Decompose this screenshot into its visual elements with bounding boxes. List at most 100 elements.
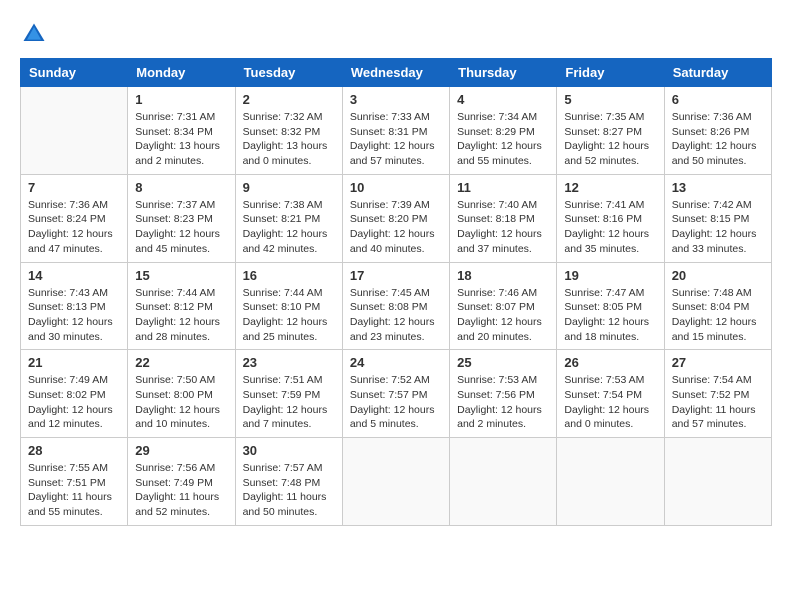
calendar-cell: 1Sunrise: 7:31 AMSunset: 8:34 PMDaylight… (128, 87, 235, 175)
day-number: 2 (243, 92, 335, 107)
calendar-cell: 20 Sunrise: 7:48 AMSunset: 8:04 PMDayligh… (664, 262, 771, 350)
calendar-cell: 6Sunrise: 7:36 AMSunset: 8:26 PMDaylight… (664, 87, 771, 175)
day-number: 10 (350, 180, 442, 195)
calendar-cell: 22 Sunrise: 7:50 AMSunset: 8:00 PMDayligh… (128, 350, 235, 438)
calendar-week-4: 21 Sunrise: 7:49 AMSunset: 8:02 PMDayligh… (21, 350, 772, 438)
day-info: Sunrise: 7:45 AMSunset: 8:08 PMDaylight:… (350, 286, 442, 345)
day-number: 18 (457, 268, 549, 283)
calendar-cell: 12 Sunrise: 7:41 AMSunset: 8:16 PMDayligh… (557, 174, 664, 262)
day-number: 27 (672, 355, 764, 370)
day-info: Sunrise: 7:53 AMSunset: 7:56 PMDaylight:… (457, 373, 549, 432)
day-info: Sunrise: 7:53 AMSunset: 7:54 PMDaylight:… (564, 373, 656, 432)
calendar-cell (664, 438, 771, 526)
calendar-cell: 4 Sunrise: 7:34 AMSunset: 8:29 PMDaylight… (450, 87, 557, 175)
calendar-week-5: 28 Sunrise: 7:55 AMSunset: 7:51 PMDayligh… (21, 438, 772, 526)
calendar-cell: 5Sunrise: 7:35 AMSunset: 8:27 PMDaylight… (557, 87, 664, 175)
calendar-cell: 27 Sunrise: 7:54 AMSunset: 7:52 PMDayligh… (664, 350, 771, 438)
day-number: 11 (457, 180, 549, 195)
day-number: 20 (672, 268, 764, 283)
calendar-cell (450, 438, 557, 526)
day-info: Sunrise: 7:50 AMSunset: 8:00 PMDaylight:… (135, 373, 227, 432)
day-info: Sunrise: 7:43 AMSunset: 8:13 PMDaylight:… (28, 286, 120, 345)
day-header-saturday: Saturday (664, 59, 771, 87)
day-number: 12 (564, 180, 656, 195)
day-info: Sunrise: 7:57 AMSunset: 7:48 PMDaylight:… (243, 461, 335, 520)
day-header-sunday: Sunday (21, 59, 128, 87)
day-number: 21 (28, 355, 120, 370)
calendar-cell: 18 Sunrise: 7:46 AMSunset: 8:07 PMDayligh… (450, 262, 557, 350)
calendar-cell: 10 Sunrise: 7:39 AMSunset: 8:20 PMDayligh… (342, 174, 449, 262)
calendar-cell: 19Sunrise: 7:47 AMSunset: 8:05 PMDayligh… (557, 262, 664, 350)
day-number: 16 (243, 268, 335, 283)
day-info: Sunrise: 7:44 AMSunset: 8:12 PMDaylight:… (135, 286, 227, 345)
day-info: Sunrise: 7:40 AMSunset: 8:18 PMDaylight:… (457, 198, 549, 257)
day-number: 29 (135, 443, 227, 458)
day-number: 25 (457, 355, 549, 370)
day-number: 7 (28, 180, 120, 195)
day-number: 26 (564, 355, 656, 370)
day-number: 14 (28, 268, 120, 283)
day-info: Sunrise: 7:46 AMSunset: 8:07 PMDaylight:… (457, 286, 549, 345)
day-number: 8 (135, 180, 227, 195)
day-number: 6 (672, 92, 764, 107)
calendar-cell: 25 Sunrise: 7:53 AMSunset: 7:56 PMDayligh… (450, 350, 557, 438)
day-info: Sunrise: 7:41 AMSunset: 8:16 PMDaylight:… (564, 198, 656, 257)
day-header-thursday: Thursday (450, 59, 557, 87)
day-header-tuesday: Tuesday (235, 59, 342, 87)
day-info: Sunrise: 7:42 AMSunset: 8:15 PMDaylight:… (672, 198, 764, 257)
calendar-cell: 24Sunrise: 7:52 AMSunset: 7:57 PMDayligh… (342, 350, 449, 438)
day-info: Sunrise: 7:31 AMSunset: 8:34 PMDaylight:… (135, 110, 227, 169)
calendar-cell: 29 Sunrise: 7:56 AMSunset: 7:49 PMDayligh… (128, 438, 235, 526)
day-number: 22 (135, 355, 227, 370)
day-info: Sunrise: 7:48 AMSunset: 8:04 PMDaylight:… (672, 286, 764, 345)
day-info: Sunrise: 7:34 AMSunset: 8:29 PMDaylight:… (457, 110, 549, 169)
calendar-header-row: SundayMondayTuesdayWednesdayThursdayFrid… (21, 59, 772, 87)
day-info: Sunrise: 7:36 AMSunset: 8:24 PMDaylight:… (28, 198, 120, 257)
day-info: Sunrise: 7:55 AMSunset: 7:51 PMDaylight:… (28, 461, 120, 520)
calendar-table: SundayMondayTuesdayWednesdayThursdayFrid… (20, 58, 772, 526)
day-info: Sunrise: 7:32 AMSunset: 8:32 PMDaylight:… (243, 110, 335, 169)
day-number: 5 (564, 92, 656, 107)
day-number: 4 (457, 92, 549, 107)
day-info: Sunrise: 7:38 AMSunset: 8:21 PMDaylight:… (243, 198, 335, 257)
calendar-cell: 3Sunrise: 7:33 AMSunset: 8:31 PMDaylight… (342, 87, 449, 175)
calendar-cell: 23 Sunrise: 7:51 AMSunset: 7:59 PMDayligh… (235, 350, 342, 438)
calendar-cell: 30 Sunrise: 7:57 AMSunset: 7:48 PMDayligh… (235, 438, 342, 526)
day-info: Sunrise: 7:37 AMSunset: 8:23 PMDaylight:… (135, 198, 227, 257)
calendar-cell: 21 Sunrise: 7:49 AMSunset: 8:02 PMDayligh… (21, 350, 128, 438)
calendar-week-3: 14 Sunrise: 7:43 AMSunset: 8:13 PMDayligh… (21, 262, 772, 350)
day-info: Sunrise: 7:54 AMSunset: 7:52 PMDaylight:… (672, 373, 764, 432)
day-number: 30 (243, 443, 335, 458)
day-info: Sunrise: 7:56 AMSunset: 7:49 PMDaylight:… (135, 461, 227, 520)
calendar-week-2: 7 Sunrise: 7:36 AMSunset: 8:24 PMDaylight… (21, 174, 772, 262)
day-number: 19 (564, 268, 656, 283)
day-header-wednesday: Wednesday (342, 59, 449, 87)
day-header-friday: Friday (557, 59, 664, 87)
day-number: 3 (350, 92, 442, 107)
day-number: 15 (135, 268, 227, 283)
day-number: 13 (672, 180, 764, 195)
calendar-cell: 14 Sunrise: 7:43 AMSunset: 8:13 PMDayligh… (21, 262, 128, 350)
day-info: Sunrise: 7:39 AMSunset: 8:20 PMDaylight:… (350, 198, 442, 257)
day-header-monday: Monday (128, 59, 235, 87)
day-number: 23 (243, 355, 335, 370)
calendar-cell: 16 Sunrise: 7:44 AMSunset: 8:10 PMDayligh… (235, 262, 342, 350)
day-number: 9 (243, 180, 335, 195)
day-info: Sunrise: 7:49 AMSunset: 8:02 PMDaylight:… (28, 373, 120, 432)
calendar-cell: 13 Sunrise: 7:42 AMSunset: 8:15 PMDayligh… (664, 174, 771, 262)
day-info: Sunrise: 7:44 AMSunset: 8:10 PMDaylight:… (243, 286, 335, 345)
calendar-cell: 8 Sunrise: 7:37 AMSunset: 8:23 PMDaylight… (128, 174, 235, 262)
calendar-cell: 26 Sunrise: 7:53 AMSunset: 7:54 PMDayligh… (557, 350, 664, 438)
calendar-cell (557, 438, 664, 526)
calendar-week-1: 1Sunrise: 7:31 AMSunset: 8:34 PMDaylight… (21, 87, 772, 175)
calendar-cell: 2 Sunrise: 7:32 AMSunset: 8:32 PMDaylight… (235, 87, 342, 175)
calendar-cell: 28 Sunrise: 7:55 AMSunset: 7:51 PMDayligh… (21, 438, 128, 526)
day-number: 24 (350, 355, 442, 370)
day-info: Sunrise: 7:51 AMSunset: 7:59 PMDaylight:… (243, 373, 335, 432)
calendar-cell: 11 Sunrise: 7:40 AMSunset: 8:18 PMDayligh… (450, 174, 557, 262)
day-number: 17 (350, 268, 442, 283)
calendar-cell: 15 Sunrise: 7:44 AMSunset: 8:12 PMDayligh… (128, 262, 235, 350)
day-number: 28 (28, 443, 120, 458)
calendar-cell: 9 Sunrise: 7:38 AMSunset: 8:21 PMDaylight… (235, 174, 342, 262)
calendar-cell (342, 438, 449, 526)
